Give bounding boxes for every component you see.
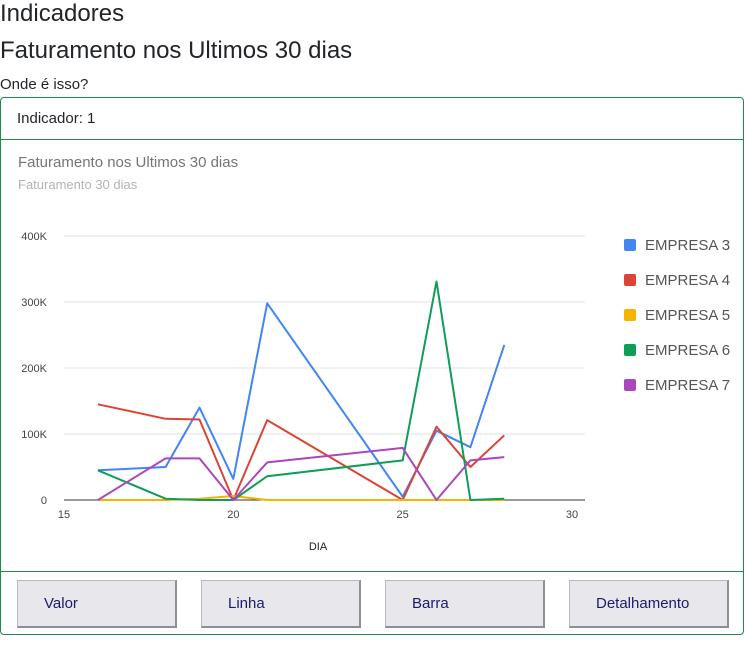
legend-swatch bbox=[624, 239, 636, 251]
detalhamento-button[interactable]: Detalhamento bbox=[569, 580, 729, 628]
x-tick-label: 30 bbox=[566, 509, 578, 521]
legend-label: EMPRESA 4 bbox=[645, 272, 730, 289]
chart-container: Faturamento nos Ultimos 30 dias Faturame… bbox=[1, 140, 743, 572]
valor-button[interactable]: Valor bbox=[17, 580, 177, 628]
indicator-label: Indicador: 1 bbox=[17, 110, 96, 127]
chart-title: Faturamento nos Ultimos 30 dias bbox=[18, 154, 238, 171]
legend-swatch bbox=[624, 344, 636, 356]
linha-button[interactable]: Linha bbox=[201, 580, 361, 628]
legend-label: EMPRESA 6 bbox=[645, 342, 730, 359]
legend-label: EMPRESA 3 bbox=[645, 237, 730, 254]
chart-subtitle: Faturamento 30 dias bbox=[18, 177, 138, 192]
x-tick-label: 15 bbox=[58, 509, 70, 521]
series-line-empresa-4 bbox=[97, 403, 505, 501]
legend-swatch bbox=[624, 379, 636, 391]
y-tick-label: 100K bbox=[21, 429, 47, 441]
x-tick-label: 25 bbox=[397, 509, 409, 521]
legend-swatch bbox=[624, 309, 636, 321]
series-line-empresa-7 bbox=[97, 446, 505, 501]
legend-swatch bbox=[624, 274, 636, 286]
legend-label: EMPRESA 7 bbox=[645, 377, 730, 394]
indicator-card: Indicador: 1 Faturamento nos Ultimos 30 … bbox=[0, 97, 744, 635]
x-axis-label: DIA bbox=[309, 541, 328, 553]
y-tick-label: 400K bbox=[21, 231, 47, 243]
card-header: Indicador: 1 bbox=[1, 98, 743, 140]
y-tick-label: 300K bbox=[21, 297, 47, 309]
x-tick-label: 20 bbox=[227, 509, 239, 521]
line-chart: Faturamento nos Ultimos 30 dias Faturame… bbox=[18, 154, 730, 553]
series-line-empresa-3 bbox=[97, 302, 506, 498]
barra-button[interactable]: Barra bbox=[385, 580, 545, 628]
page-subtitle: Faturamento nos Ultimos 30 dias bbox=[0, 37, 353, 64]
y-tick-label: 200K bbox=[21, 363, 47, 375]
card-footer: Valor Linha Barra Detalhamento bbox=[1, 571, 743, 635]
y-tick-label: 0 bbox=[41, 495, 47, 507]
legend-label: EMPRESA 5 bbox=[645, 307, 730, 324]
location-question: Onde é isso? bbox=[0, 76, 89, 93]
page-title: Indicadores bbox=[0, 0, 125, 27]
